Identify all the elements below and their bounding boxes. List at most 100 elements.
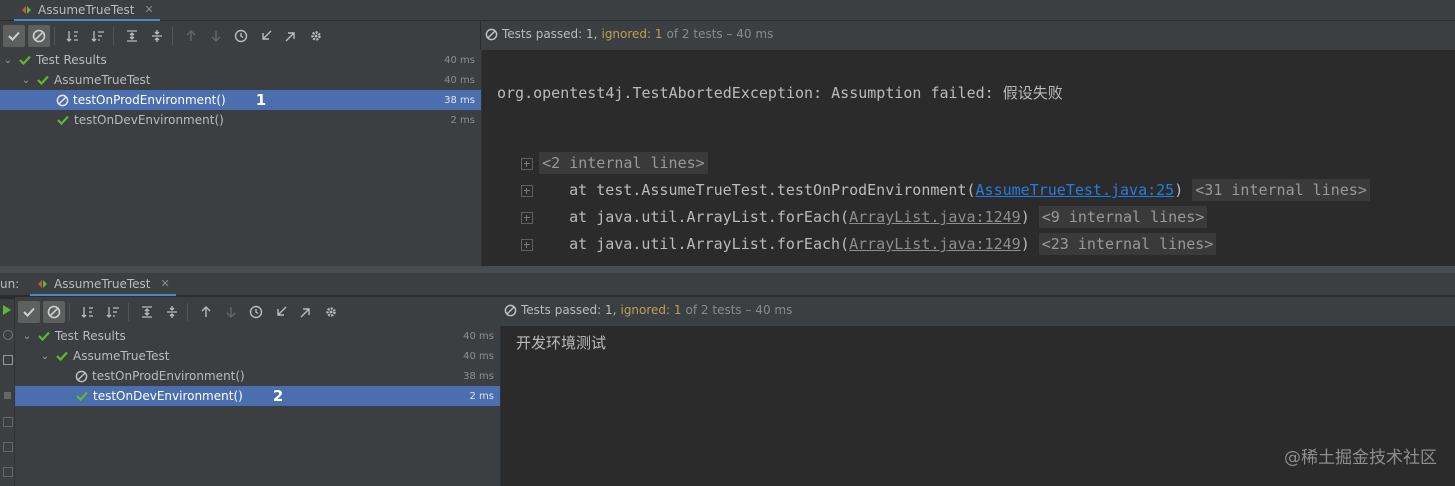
bottom-tab-bar: un: AssumeTrueTest ✕ [0, 273, 1455, 296]
previous-failed-button[interactable] [180, 25, 202, 47]
history-button[interactable] [230, 25, 252, 47]
import-tests-button[interactable] [270, 301, 292, 323]
import-icon [277, 306, 287, 316]
bottom-run-tab[interactable]: AssumeTrueTest ✕ [30, 273, 176, 296]
arrow-up-icon [186, 29, 196, 41]
tree-row-test-results[interactable]: ⌄ Test Results 40 ms [15, 326, 500, 346]
arrow-up-icon [201, 305, 211, 317]
check-icon [76, 391, 88, 402]
next-failed-button[interactable] [205, 25, 227, 47]
check-icon [37, 75, 49, 86]
tree-row-class[interactable]: ⌄ AssumeTrueTest 40 ms [0, 70, 481, 90]
duration: 38 ms [444, 94, 475, 106]
toolbar-separator [128, 302, 129, 321]
expand-all-icon [142, 305, 152, 318]
top-tab-label: AssumeTrueTest [38, 2, 135, 17]
chevron-down-icon[interactable]: ⌄ [2, 55, 14, 66]
sort-duration-button[interactable] [87, 25, 109, 47]
bottom-toolbar [15, 297, 500, 326]
ignored-icon [504, 304, 517, 316]
expand-all-button[interactable] [121, 25, 143, 47]
console-output: 开发环境测试 [516, 334, 607, 352]
export-tests-button[interactable] [280, 25, 302, 47]
arrow-down-icon [226, 306, 236, 318]
annotation-marker: 2 [272, 387, 284, 405]
duration: 40 ms [444, 74, 475, 86]
toolbar-icon[interactable] [3, 355, 13, 365]
settings-button[interactable] [305, 25, 327, 47]
show-ignored-button[interactable] [43, 300, 65, 323]
expand-fold-icon[interactable] [521, 238, 534, 251]
bottom-tab-label: AssumeTrueTest [54, 276, 151, 291]
tree-label: testOnDevEnvironment() [74, 113, 224, 127]
import-tests-button[interactable] [255, 25, 277, 47]
check-icon [57, 115, 69, 126]
tree-row-test-dev[interactable]: testOnDevEnvironment() 2 ms [0, 110, 481, 130]
sort-duration-icon [91, 30, 104, 42]
watermark: @稀土掘金技术社区 [1284, 448, 1437, 468]
ignored-icon [485, 28, 498, 40]
expand-all-button[interactable] [136, 301, 158, 323]
toolbar-separator [113, 26, 114, 45]
close-icon[interactable]: ✕ [145, 3, 154, 16]
collapse-all-button[interactable] [146, 25, 168, 47]
sort-duration-button[interactable] [102, 301, 124, 323]
expand-all-icon [127, 29, 137, 42]
sort-duration-icon [106, 306, 119, 318]
bottom-test-tree: ⌄ Test Results 40 ms ⌄ AssumeTrueTest 40… [15, 326, 500, 486]
tree-row-test-results[interactable]: ⌄ Test Results 40 ms [0, 50, 481, 70]
tree-row-test-prod[interactable]: testOnProdEnvironment() 1 38 ms [0, 90, 481, 110]
tree-row-test-dev[interactable]: testOnDevEnvironment() 2 2 ms [15, 386, 500, 406]
ignored-icon [47, 305, 61, 318]
sort-alpha-button[interactable] [62, 25, 84, 47]
stop-icon[interactable] [4, 392, 11, 399]
toolbar-icon[interactable] [3, 330, 13, 340]
total-text: of 2 tests – 40 ms [666, 27, 774, 41]
tree-row-class[interactable]: ⌄ AssumeTrueTest 40 ms [15, 346, 500, 366]
top-run-tab[interactable]: AssumeTrueTest ✕ [14, 0, 160, 21]
ignored-text: ignored: 1 [620, 303, 682, 317]
export-tests-button[interactable] [295, 301, 317, 323]
chevron-down-icon[interactable]: ⌄ [21, 331, 33, 342]
ignored-icon [56, 94, 69, 106]
trace-suffix: ) [1020, 235, 1030, 253]
trace-line: at java.util.ArrayList.forEach(ArrayList… [485, 217, 1217, 271]
top-tab-bar: AssumeTrueTest ✕ [0, 0, 1455, 21]
chevron-down-icon[interactable]: ⌄ [20, 75, 32, 86]
chevron-down-icon[interactable]: ⌄ [39, 351, 51, 362]
rerun-icon[interactable] [1, 304, 13, 316]
show-ignored-button[interactable] [28, 24, 50, 47]
settings-button[interactable] [320, 301, 342, 323]
collapse-all-button[interactable] [161, 301, 183, 323]
top-status-text: Tests passed: 1, ignored: 1 of 2 tests –… [485, 27, 773, 41]
show-passed-button[interactable] [3, 24, 25, 47]
annotation-marker: 1 [255, 91, 267, 109]
tree-label: testOnProdEnvironment() [92, 369, 245, 383]
tests-passed-text: Tests passed: 1, [502, 27, 598, 41]
toolbar-icon[interactable] [3, 417, 13, 427]
sort-alpha-button[interactable] [77, 301, 99, 323]
history-button[interactable] [245, 301, 267, 323]
internal-lines[interactable]: <31 internal lines> [1192, 179, 1370, 201]
duration: 2 ms [450, 114, 476, 126]
total-text: of 2 tests – 40 ms [685, 303, 793, 317]
tree-label: Test Results [55, 329, 126, 343]
source-link[interactable]: ArrayList.java:1249 [849, 235, 1021, 253]
toolbar-separator [54, 26, 55, 45]
internal-lines[interactable]: <23 internal lines> [1038, 233, 1217, 255]
tree-label: Test Results [36, 53, 107, 67]
collapse-all-icon [167, 305, 177, 318]
tree-label: testOnProdEnvironment() [73, 93, 226, 107]
close-icon[interactable]: ✕ [161, 277, 170, 290]
toolbar-icon[interactable] [3, 467, 13, 477]
previous-failed-button[interactable] [195, 301, 217, 323]
export-icon [285, 31, 295, 41]
show-passed-button[interactable] [18, 300, 40, 323]
next-failed-button[interactable] [220, 301, 242, 323]
tree-row-test-prod[interactable]: testOnProdEnvironment() 38 ms [15, 366, 500, 386]
toolbar-icon[interactable] [3, 442, 13, 452]
top-console: org.opentest4j.TestAbortedException: Ass… [482, 50, 1455, 266]
gear-icon [326, 306, 336, 317]
ignored-icon [32, 29, 46, 42]
duration: 2 ms [469, 390, 495, 402]
